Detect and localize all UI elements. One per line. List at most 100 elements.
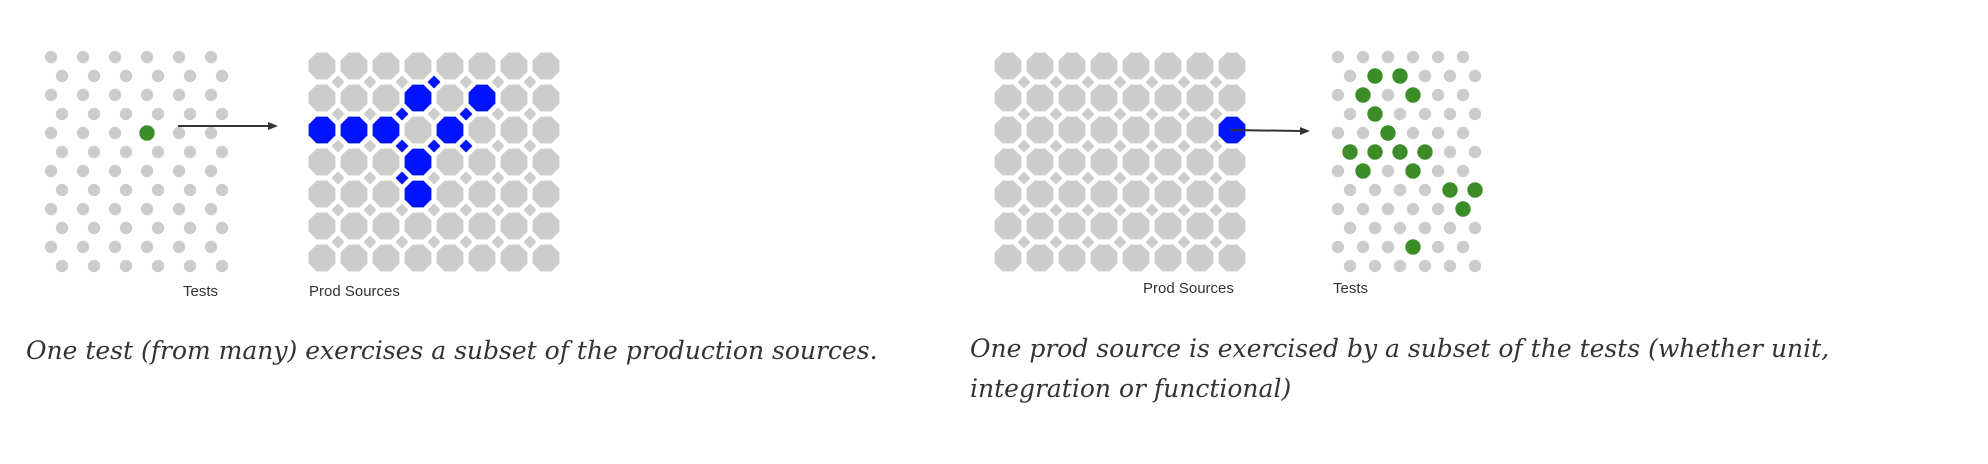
source-link [1177, 171, 1191, 185]
source-link [427, 235, 441, 249]
source-node [1058, 84, 1086, 112]
active-test-dot [1342, 144, 1358, 160]
source-node [1058, 116, 1086, 144]
test-dot [55, 183, 69, 197]
source-node [436, 84, 464, 112]
source-link [1049, 107, 1063, 121]
source-link [1209, 171, 1223, 185]
test-dot [1456, 88, 1470, 102]
test-dot [151, 107, 165, 121]
active-test-dot [1355, 87, 1371, 103]
test-dot [1406, 126, 1420, 140]
source-link [363, 75, 377, 89]
source-node [1218, 84, 1246, 112]
test-dot [140, 88, 154, 102]
source-link [1145, 139, 1159, 153]
source-link [1049, 203, 1063, 217]
test-dot [1381, 50, 1395, 64]
test-dot [119, 221, 133, 235]
test-dot [1343, 107, 1357, 121]
test-dot [1418, 259, 1432, 273]
caption-left: One test (from many) exercises a subset … [26, 336, 878, 365]
source-link [331, 171, 345, 185]
source-link [1017, 171, 1031, 185]
test-dot [1431, 240, 1445, 254]
test-dot [204, 126, 218, 140]
source-node [404, 244, 432, 272]
test-dot [172, 240, 186, 254]
source-link [1113, 139, 1127, 153]
test-dot [1331, 240, 1345, 254]
source-link [1209, 235, 1223, 249]
source-link [459, 203, 473, 217]
source-node [468, 148, 496, 176]
source-node [1058, 244, 1086, 272]
active-test-dot [1380, 125, 1396, 141]
source-link [459, 235, 473, 249]
source-node [500, 180, 528, 208]
test-dot [87, 221, 101, 235]
source-link [1017, 235, 1031, 249]
source-node [1090, 244, 1118, 272]
source-link [1177, 75, 1191, 89]
test-dot [108, 164, 122, 178]
source-node [1154, 180, 1182, 208]
test-dot [76, 88, 90, 102]
test-dot [119, 259, 133, 273]
source-link [1209, 75, 1223, 89]
active-test-dot [1367, 68, 1383, 84]
test-dot [1356, 240, 1370, 254]
source-node [436, 212, 464, 240]
source-node [1218, 52, 1246, 80]
source-link [363, 139, 377, 153]
source-node [1090, 52, 1118, 80]
test-dot [87, 259, 101, 273]
test-dot [1356, 50, 1370, 64]
test-dot [140, 202, 154, 216]
source-link [1145, 171, 1159, 185]
source-node [1122, 84, 1150, 112]
source-link [1017, 203, 1031, 217]
test-dot [1368, 221, 1382, 235]
source-node [532, 52, 560, 80]
active-test-dot [1467, 182, 1483, 198]
source-node [372, 84, 400, 112]
active-test-dot [139, 125, 155, 141]
test-dot [1406, 202, 1420, 216]
test-dot [76, 126, 90, 140]
test-dot [55, 145, 69, 159]
source-link [1081, 139, 1095, 153]
source-node [1186, 212, 1214, 240]
test-dot [1343, 69, 1357, 83]
source-node [340, 84, 368, 112]
test-dot [1456, 240, 1470, 254]
active-test-dot [1367, 106, 1383, 122]
test-dot [1431, 126, 1445, 140]
test-dot [1393, 183, 1407, 197]
highlighted-source-link [459, 107, 473, 121]
tests-label: Tests [1333, 280, 1368, 297]
test-dot [1381, 88, 1395, 102]
test-dot [1431, 164, 1445, 178]
left-diagram: Tests Prod Sources [44, 50, 560, 300]
source-link [1113, 235, 1127, 249]
test-dot [1343, 221, 1357, 235]
highlighted-source-node [308, 116, 336, 144]
test-dot [1356, 126, 1370, 140]
source-node [308, 52, 336, 80]
source-node [340, 52, 368, 80]
source-node [1154, 148, 1182, 176]
test-dot [87, 183, 101, 197]
test-dot [183, 69, 197, 83]
test-dot [204, 88, 218, 102]
test-dot [1418, 221, 1432, 235]
source-link [523, 235, 537, 249]
test-dot [215, 69, 229, 83]
source-link [1177, 235, 1191, 249]
source-node [340, 148, 368, 176]
test-dot [1381, 202, 1395, 216]
active-test-dot [1405, 163, 1421, 179]
source-node [994, 180, 1022, 208]
source-node [372, 148, 400, 176]
test-dot [1331, 202, 1345, 216]
